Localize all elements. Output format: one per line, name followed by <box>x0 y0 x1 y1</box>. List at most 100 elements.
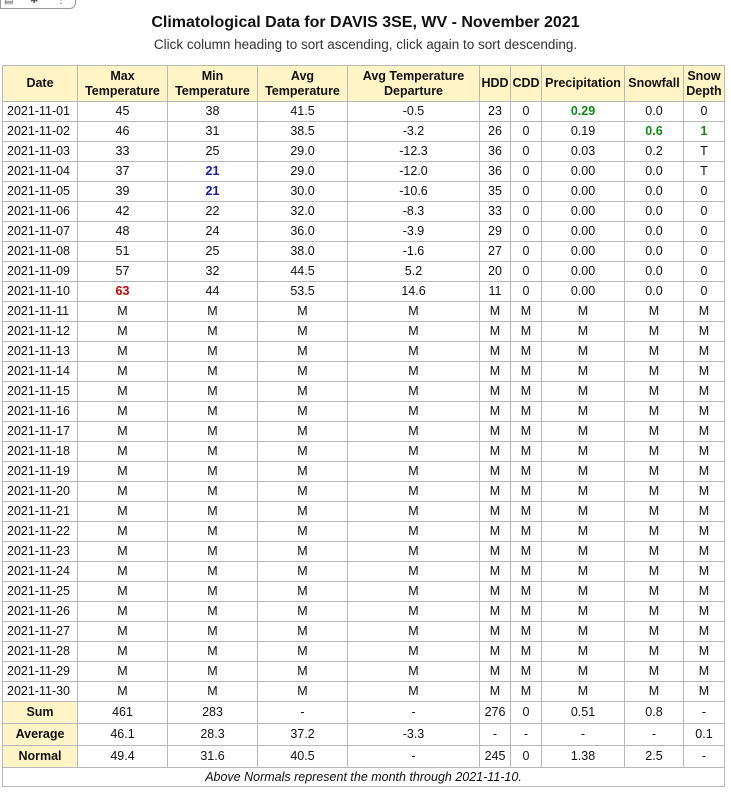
column-header-snow[interactable]: Snowfall <box>624 65 684 102</box>
cell-snwd: M <box>683 401 725 422</box>
cell-hdd: M <box>479 581 511 602</box>
cell-min: M <box>167 481 258 502</box>
table-row: 2021-11-25 M M M M M M M M M <box>2 581 725 602</box>
cell-cdd: M <box>510 421 542 442</box>
cell-avg: 36.0 <box>257 221 348 242</box>
cell-dep: -12.3 <box>347 141 480 162</box>
cell-min: M <box>167 521 258 542</box>
table-row: 2021-11-06 42 22 32.0 -8.3 33 0 0.00 0.0 0 <box>2 201 725 222</box>
column-header-snwd[interactable]: Snow Depth <box>683 65 725 102</box>
cell-max: 51 <box>77 241 168 262</box>
cell-snow: 0.0 <box>624 241 684 262</box>
cell-hdd: M <box>479 441 511 462</box>
cell-date: 2021-11-19 <box>2 461 78 482</box>
cell-dep: M <box>347 521 480 542</box>
cell-max: M <box>77 461 168 482</box>
cell-date: 2021-11-21 <box>2 501 78 522</box>
cell-min: M <box>167 301 258 322</box>
cell-snwd: M <box>683 441 725 462</box>
summary-cell-snwd: - <box>683 745 725 768</box>
cell-dep: -8.3 <box>347 201 480 222</box>
cell-dep: -12.0 <box>347 161 480 182</box>
cell-min: M <box>167 421 258 442</box>
table-row: 2021-11-30 M M M M M M M M M <box>2 681 725 702</box>
cell-max: 39 <box>77 181 168 202</box>
cell-snwd: M <box>683 661 725 682</box>
cell-max: M <box>77 661 168 682</box>
cell-date: 2021-11-30 <box>2 681 78 702</box>
cell-snwd: 0 <box>683 241 725 262</box>
menu-icon[interactable]: ▤ <box>4 0 13 6</box>
cell-min: M <box>167 501 258 522</box>
cell-snwd: M <box>683 421 725 442</box>
column-header-date[interactable]: Date <box>2 65 78 102</box>
cell-cdd: 0 <box>510 101 542 122</box>
cell-snwd: 0 <box>683 261 725 282</box>
cell-snow: M <box>624 301 684 322</box>
cell-min: M <box>167 681 258 702</box>
cell-max: M <box>77 581 168 602</box>
cell-date: 2021-11-28 <box>2 641 78 662</box>
cell-avg: 41.5 <box>257 101 348 122</box>
gear-icon[interactable]: ✱ <box>30 0 38 6</box>
cell-dep: M <box>347 321 480 342</box>
cell-date: 2021-11-20 <box>2 481 78 502</box>
cell-date: 2021-11-04 <box>2 161 78 182</box>
cell-dep: M <box>347 381 480 402</box>
cell-avg: M <box>257 421 348 442</box>
cell-pcpn: M <box>541 341 625 362</box>
cell-hdd: M <box>479 341 511 362</box>
cell-avg: 38.5 <box>257 121 348 142</box>
cell-cdd: 0 <box>510 181 542 202</box>
cell-hdd: 23 <box>479 101 511 122</box>
cell-hdd: 35 <box>479 181 511 202</box>
cell-min: M <box>167 601 258 622</box>
cell-min: 31 <box>167 121 258 142</box>
cell-min: 24 <box>167 221 258 242</box>
column-header-hdd[interactable]: HDD <box>479 65 511 102</box>
cell-date: 2021-11-12 <box>2 321 78 342</box>
cell-max: 63 <box>77 281 168 302</box>
cell-hdd: M <box>479 481 511 502</box>
column-header-avg[interactable]: Avg Temperature <box>257 65 348 102</box>
cell-cdd: M <box>510 461 542 482</box>
cell-snwd: M <box>683 481 725 502</box>
cell-snwd: 0 <box>683 181 725 202</box>
summary-cell-cdd: - <box>510 723 542 746</box>
cell-max: 57 <box>77 261 168 282</box>
column-header-max[interactable]: Max Temperature <box>77 65 168 102</box>
cell-max: M <box>77 521 168 542</box>
cell-min: 22 <box>167 201 258 222</box>
cell-pcpn: M <box>541 581 625 602</box>
summary-cell-avg: - <box>257 701 348 724</box>
table-row: 2021-11-27 M M M M M M M M M <box>2 621 725 642</box>
cell-max: 37 <box>77 161 168 182</box>
table-row: 2021-11-14 M M M M M M M M M <box>2 361 725 382</box>
cell-avg: M <box>257 381 348 402</box>
cell-hdd: M <box>479 601 511 622</box>
cell-avg: 29.0 <box>257 161 348 182</box>
column-header-cdd[interactable]: CDD <box>510 65 542 102</box>
table-row: 2021-11-16 M M M M M M M M M <box>2 401 725 422</box>
column-header-pcpn[interactable]: Precipitation <box>541 65 625 102</box>
cell-dep: -0.5 <box>347 101 480 122</box>
summary-row-average: Average 46.1 28.3 37.2 -3.3- - - -0.1 <box>2 723 725 746</box>
cell-snwd: 0 <box>683 281 725 302</box>
cell-pcpn: M <box>541 541 625 562</box>
cell-snow: 0.0 <box>624 181 684 202</box>
cell-pcpn: 0.00 <box>541 181 625 202</box>
column-header-dep[interactable]: Avg Temperature Departure <box>347 65 480 102</box>
cell-dep: M <box>347 461 480 482</box>
cell-pcpn: M <box>541 321 625 342</box>
more-icon[interactable]: ⋮ <box>56 0 66 6</box>
table-row: 2021-11-12 M M M M M M M M M <box>2 321 725 342</box>
cell-max: M <box>77 681 168 702</box>
summary-cell-avg: 37.2 <box>257 723 348 746</box>
column-header-min[interactable]: Min Temperature <box>167 65 258 102</box>
cell-snow: 0.0 <box>624 161 684 182</box>
cell-dep: 5.2 <box>347 261 480 282</box>
cell-min: 21 <box>167 161 258 182</box>
cell-snow: M <box>624 341 684 362</box>
cell-cdd: M <box>510 381 542 402</box>
cell-pcpn: M <box>541 301 625 322</box>
